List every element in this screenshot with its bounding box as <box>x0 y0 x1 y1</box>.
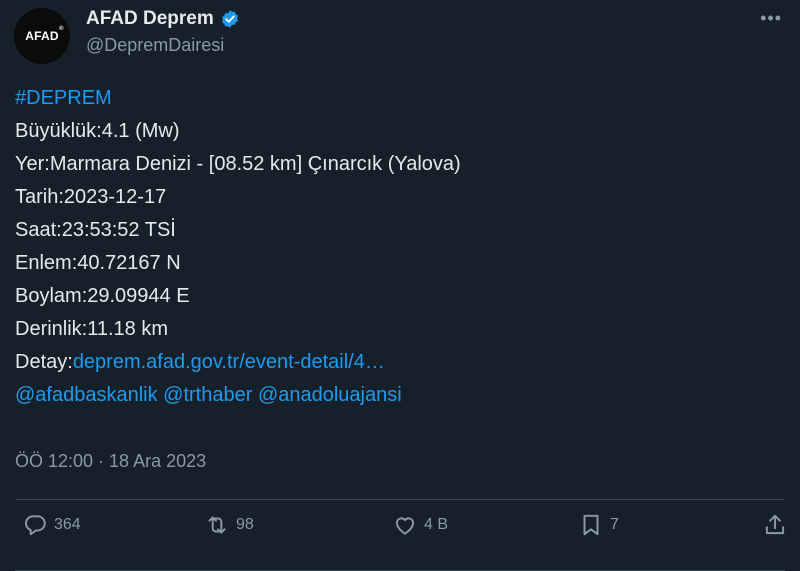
verified-badge-icon <box>221 10 238 28</box>
action-bar: 364 98 4 B 7 <box>0 512 800 556</box>
afad-logo: AFAD ® <box>25 26 64 43</box>
detail-link[interactable]: deprem.afad.gov.tr/event-detail/4… <box>73 351 385 373</box>
bookmark-button[interactable]: 7 <box>578 512 619 538</box>
like-button[interactable]: 4 B <box>392 512 448 538</box>
share-button[interactable] <box>762 512 788 538</box>
author-row: AFAD Deprem <box>86 8 240 30</box>
share-icon <box>765 514 785 535</box>
post-line-date: Tarih:2023-12-17 <box>15 186 167 208</box>
bookmark-count: 7 <box>610 516 619 533</box>
reply-button[interactable]: 364 <box>22 512 81 538</box>
divider <box>15 499 785 500</box>
mentions-links[interactable]: @afadbaskanlik @trthaber @anadoluajansi <box>15 379 461 412</box>
post-line-magnitude: Büyüklük:4.1 (Mw) <box>15 120 180 142</box>
avatar[interactable]: AFAD ® <box>14 8 70 64</box>
repost-count: 98 <box>236 516 254 533</box>
post-line-depth: Derinlik:11.18 km <box>15 318 169 340</box>
post-text: #DEPREM Büyüklük:4.1 (Mw) Yer:Marmara De… <box>15 82 461 412</box>
post-line-longitude: Boylam:29.09944 E <box>15 285 190 307</box>
post-line-time: Saat:23:53:52 TSİ <box>15 219 176 241</box>
repost-button[interactable]: 98 <box>204 512 254 538</box>
post-line-latitude: Enlem:40.72167 N <box>15 252 181 274</box>
post-timestamp[interactable]: ÖÖ 12:00 · 18 Ara 2023 <box>15 451 206 472</box>
like-count: 4 B <box>424 516 449 533</box>
author-handle[interactable]: @DepremDairesi <box>86 35 224 56</box>
reply-count: 364 <box>54 516 81 533</box>
detail-label: Detay: <box>15 351 73 373</box>
repost-icon <box>208 516 226 534</box>
bookmark-icon <box>583 514 599 536</box>
hashtag-link[interactable]: #DEPREM <box>15 82 461 115</box>
like-icon <box>395 517 415 535</box>
post-line-location: Yer:Marmara Denizi - [08.52 km] Çınarcık… <box>15 153 461 175</box>
display-name[interactable]: AFAD Deprem <box>86 8 214 30</box>
reply-icon <box>24 515 46 536</box>
post-line-detail: Detay:deprem.afad.gov.tr/event-detail/4… <box>15 346 461 379</box>
more-icon[interactable]: ••• <box>760 8 782 29</box>
